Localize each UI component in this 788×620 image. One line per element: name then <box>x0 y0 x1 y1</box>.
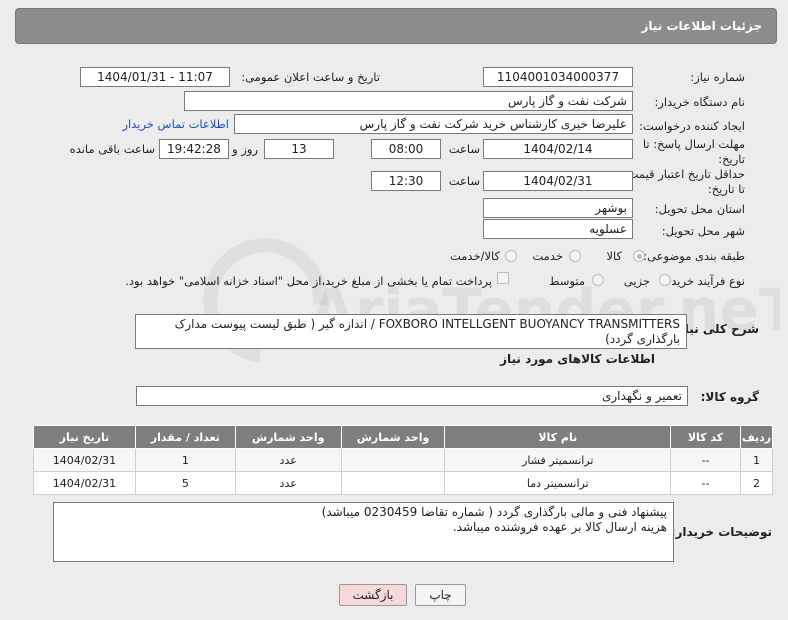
validity-label: حداقل تاریخ اعتبار قیمت: تا تاریخ: <box>624 167 745 197</box>
deadline-date-field: 1404/02/14 <box>483 139 633 159</box>
deadline-label-line1: مهلت ارسال پاسخ: تا <box>642 137 745 151</box>
city-label: شهر محل تحویل: <box>661 224 745 238</box>
treasury-payment-note: پرداخت تمام یا بخشی از مبلغ خرید،از محل … <box>125 274 492 288</box>
process-label: نوع فرآیند خرید : <box>663 274 745 288</box>
deadline-time-label: ساعت <box>448 142 480 156</box>
deadline-label: مهلت ارسال پاسخ: تا تاریخ: <box>643 137 745 167</box>
buyer-notes-line2: هزینه ارسال کالا بر عهده فروشنده میباشد. <box>452 520 667 534</box>
treasury-payment-checkbox[interactable] <box>497 272 509 284</box>
col-row: ردیف <box>739 425 774 449</box>
announce-field: 1404/01/31 - 11:07 <box>80 67 230 87</box>
table-row: 1404/02/31 1 عدد ترانسمیتر فشار -- 1 <box>33 448 774 472</box>
validity-time-label: ساعت <box>448 174 480 188</box>
validity-time-field: 12:30 <box>371 171 441 191</box>
table-header-row: تاریخ نیاز تعداد / مقدار واحد شمارش واحد… <box>33 425 774 449</box>
buyer-org-field: شرکت نفت و گاز پارس <box>184 91 633 111</box>
validity-date-field: 1404/02/31 <box>483 171 633 191</box>
goods-info-title: اطلاعات کالاهای مورد نیاز <box>500 352 655 366</box>
category-option-goods: کالا <box>606 249 622 263</box>
buyer-notes-line1: پیشنهاد فنی و مالی بارگذاری گردد ( شماره… <box>321 505 667 519</box>
need-number-field: 1104001034000377 <box>483 67 633 87</box>
category-option-both: کالا/خدمت <box>449 249 500 263</box>
days-remaining-field: 13 <box>264 139 334 159</box>
creator-label: ایجاد کننده درخواست: <box>639 119 745 133</box>
process-option-medium: متوسط <box>548 274 585 288</box>
process-radio-medium[interactable] <box>592 274 604 286</box>
province-field: بوشهر <box>483 198 633 218</box>
category-option-service: خدمت <box>532 249 563 263</box>
cell-item-code: -- <box>670 448 741 472</box>
cell-row-number: 1 <box>739 448 774 472</box>
category-radio-both[interactable] <box>505 250 517 262</box>
cell-item-name: ترانسمیتر دما <box>444 471 672 495</box>
cell-quantity: 1 <box>134 448 236 472</box>
goods-table: تاریخ نیاز تعداد / مقدار واحد شمارش واحد… <box>33 425 774 495</box>
need-number-label: شماره نیاز: <box>690 70 745 84</box>
creator-field: علیرضا خیری کارشناس خرید شرکت نفت و گاز … <box>234 114 633 134</box>
deadline-time-field: 08:00 <box>371 139 441 159</box>
category-label: طبقه بندی موضوعی: <box>643 249 745 263</box>
page-title: جزئیات اطلاعات نیاز <box>641 19 762 33</box>
col-item-code: کد کالا <box>670 425 741 449</box>
deadline-label-line2: تاریخ: <box>718 152 745 166</box>
cell-empty <box>340 448 446 472</box>
days-label: روز و <box>232 142 258 156</box>
table-row: 1404/02/31 5 عدد ترانسمیتر دما -- 2 <box>33 471 774 495</box>
buyer-org-label: نام دستگاه خریدار: <box>654 95 745 109</box>
col-need-date: تاریخ نیاز <box>33 425 136 449</box>
goods-group-field: تعمیر و نگهداری <box>136 386 688 406</box>
cell-need-date: 1404/02/31 <box>33 448 136 472</box>
cell-need-date: 1404/02/31 <box>33 471 136 495</box>
cell-unit: عدد <box>234 448 342 472</box>
buyer-notes-textarea[interactable]: پیشنهاد فنی و مالی بارگذاری گردد ( شماره… <box>53 502 674 562</box>
province-label: استان محل تحویل: <box>654 202 745 216</box>
validity-label-line1: حداقل تاریخ اعتبار قیمت: <box>623 167 745 181</box>
process-radio-minor[interactable] <box>659 274 671 286</box>
header-bar: جزئیات اطلاعات نیاز <box>15 8 777 44</box>
col-item-name: نام کالا <box>444 425 672 449</box>
description-textarea[interactable]: FOXBORO INTELLGENT BUOYANCY TRANSMITTERS… <box>135 314 687 349</box>
announce-label: تاریخ و ساعت اعلان عمومی: <box>241 70 380 84</box>
back-button[interactable]: بازگشت <box>339 584 407 606</box>
cell-item-name: ترانسمیتر فشار <box>444 448 672 472</box>
goods-group-label: گروه کالا: <box>700 390 759 404</box>
col-quantity: تعداد / مقدار <box>134 425 236 449</box>
buyer-notes-label: توضیحات خریدار: <box>670 525 772 539</box>
cell-empty <box>340 471 446 495</box>
category-radio-goods[interactable] <box>633 250 645 262</box>
time-remaining-field: 19:42:28 <box>159 139 229 159</box>
city-field: عسلویه <box>483 219 633 239</box>
col-count-unit: واحد شمارش <box>340 425 446 449</box>
cell-item-code: -- <box>670 471 741 495</box>
buyer-contact-link[interactable]: اطلاعات تماس خریدار <box>122 117 229 131</box>
time-remaining-label: ساعت باقی مانده <box>69 142 155 156</box>
col-unit: واحد شمارش <box>234 425 342 449</box>
category-radio-service[interactable] <box>569 250 581 262</box>
cell-quantity: 5 <box>134 471 236 495</box>
validity-label-line2: تا تاریخ: <box>707 182 745 196</box>
print-button[interactable]: چاپ <box>415 584 466 606</box>
cell-row-number: 2 <box>739 471 774 495</box>
cell-unit: عدد <box>234 471 342 495</box>
process-option-minor: جزیی <box>623 274 650 288</box>
